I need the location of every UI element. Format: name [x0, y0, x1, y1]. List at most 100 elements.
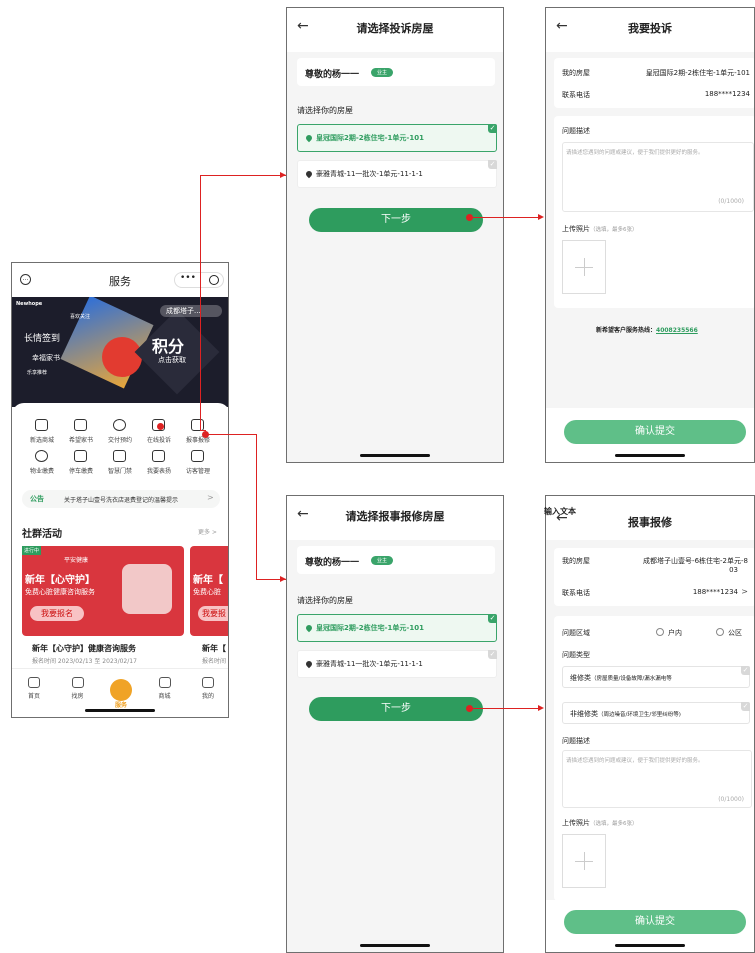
- brand-logo: Newhope: [16, 301, 43, 307]
- grid-item-label[interactable]: 物业缴费: [22, 466, 62, 475]
- add-photo-button[interactable]: [562, 240, 606, 294]
- more-dots-icon[interactable]: •••: [180, 273, 196, 283]
- home-indicator: [85, 709, 155, 712]
- flow-line-next-1: [473, 217, 539, 218]
- parking-icon[interactable]: [74, 450, 87, 462]
- banner-line3: 乐享推荐: [27, 370, 48, 376]
- tab-home[interactable]: 首页: [14, 691, 54, 700]
- next-button[interactable]: 下一步: [309, 697, 483, 721]
- page-title: 请选择报事报修房屋: [345, 510, 445, 523]
- phone-value[interactable]: 188****1234: [693, 588, 738, 596]
- select-complaint-house-screen: ← 请选择投诉房屋 尊敬的杨一一 业主 请选择你的房屋 ✓ 皇冠国际2期-2栋住…: [286, 7, 504, 463]
- hotline-label: 新希望客户服务热线：: [596, 327, 657, 334]
- notice-tag: 公告: [30, 495, 44, 503]
- clipboard-illustration: [122, 564, 172, 614]
- grid-item-label[interactable]: 新选商城: [22, 435, 62, 444]
- repair-form-screen: ← 报事报修 我的房屋 成都塔子山壹号-6栋住宅-2单元-8 03 联系电话 1…: [545, 495, 755, 953]
- info-card: [554, 58, 754, 108]
- location-text: 成都塔子...: [166, 307, 201, 315]
- tab-store[interactable]: 商城: [145, 691, 185, 700]
- radio-public-icon[interactable]: [716, 628, 724, 636]
- pay-icon[interactable]: [35, 450, 48, 462]
- section-more-link[interactable]: 更多 >: [198, 527, 217, 536]
- prompt-label: 请选择你的房屋: [297, 106, 353, 115]
- unchecked-icon: ✓: [741, 666, 750, 675]
- complaint-form-screen: ← 我要投诉 我的房屋 皇冠国际2期-2栋住宅-1单元-101 联系电话 188…: [545, 7, 755, 463]
- page-title: 我要投诉: [628, 22, 672, 35]
- grid-item-label[interactable]: 访客管理: [178, 466, 218, 475]
- home-indicator: [360, 454, 430, 457]
- partner-label: 平安健康: [64, 557, 89, 564]
- desc-placeholder: 请描述您遇到的问题或建议，便于我们提供更好的服务。: [566, 150, 704, 156]
- activity-big-title: 新年【心守护】: [25, 575, 95, 586]
- radio-indoor-icon[interactable]: [656, 628, 664, 636]
- flow-arrowhead-3: [538, 214, 544, 220]
- tab-service[interactable]: 服务: [101, 700, 141, 709]
- me-icon[interactable]: [202, 677, 214, 688]
- greeting-text: 尊敬的杨一一: [305, 558, 360, 568]
- flow-arrowhead-1: [280, 172, 286, 178]
- service-icon[interactable]: [110, 679, 132, 701]
- activity-time: 报名时间 2023/02/13 至 2023/02/17: [32, 658, 137, 665]
- page-title: 请选择投诉房屋: [356, 22, 434, 35]
- page-title: 报事报修: [628, 516, 672, 529]
- activity2-cta[interactable]: 我要报: [198, 606, 228, 621]
- prompt-label: 请选择你的房屋: [297, 596, 353, 605]
- photo-hint: （选填，最多6张）: [590, 821, 638, 827]
- banner-mascot: [102, 337, 142, 377]
- thumb-icon[interactable]: [152, 450, 165, 462]
- room-value: 成都塔子山壹号-6栋住宅-2单元-8: [643, 557, 748, 565]
- banner-line2: 幸福家书: [32, 354, 60, 362]
- radio-public-label[interactable]: 公区: [728, 628, 742, 638]
- flow-line-next-2: [473, 708, 539, 709]
- activity-title[interactable]: 新年【心守护】健康咨询服务: [32, 643, 136, 654]
- points-banner[interactable]: Newhope 喜欢关注 长情签到 幸福家书 乐享推荐 成都塔子... 积分 点…: [12, 297, 228, 407]
- location-pin-icon: [304, 623, 314, 633]
- phone-value: 188****1234: [704, 90, 750, 98]
- grid-item-label[interactable]: 智慧门禁: [100, 466, 140, 475]
- radio-indoor-label[interactable]: 户内: [668, 628, 682, 638]
- next-button[interactable]: 下一步: [309, 208, 483, 232]
- annotation-label: 输入文本: [544, 507, 576, 516]
- select-repair-house-screen: ← 请选择报事报修房屋 尊敬的杨一一 业主 请选择你的房屋 ✓ 皇冠国际2期-2…: [286, 495, 504, 953]
- hotline-text: 新希望客户服务热线：4008235566: [596, 325, 698, 334]
- mail-icon[interactable]: [74, 419, 87, 431]
- submit-button[interactable]: 确认提交: [564, 910, 746, 934]
- house-option-2-label: 豪雅青城-11一批次-1单元-11-1-1: [304, 659, 423, 669]
- hotline-link[interactable]: 4008235566: [656, 327, 698, 334]
- door-icon[interactable]: [113, 450, 126, 462]
- flow-line-repair-h1: [206, 434, 256, 435]
- submit-button[interactable]: 确认提交: [564, 420, 746, 444]
- notice-text: 关于塔子山壹号洗衣店退费登记的温馨提示: [64, 497, 179, 504]
- home-icon[interactable]: [28, 677, 40, 688]
- store-icon[interactable]: [158, 677, 171, 688]
- unchecked-icon: ✓: [488, 160, 497, 169]
- status-badge: 进行中: [22, 546, 42, 555]
- desc-counter: (0/1000): [718, 796, 744, 803]
- tab-me[interactable]: 我的: [188, 691, 228, 700]
- phone-label: 联系电话: [562, 589, 590, 597]
- phone-label: 联系电话: [562, 91, 590, 99]
- signup-button[interactable]: 我要报名: [30, 606, 84, 621]
- tab-house[interactable]: 找房: [58, 691, 98, 700]
- grid-item-label[interactable]: 在线投诉: [139, 435, 179, 444]
- grid-item-label[interactable]: 希望家书: [61, 435, 101, 444]
- grid-item-label[interactable]: 我要表扬: [139, 466, 179, 475]
- activity2-time: 报名时间: [202, 658, 227, 665]
- grid-item-label[interactable]: 停车缴费: [61, 466, 101, 475]
- house-icon[interactable]: [71, 677, 84, 688]
- grid-item-label[interactable]: 报事报修: [178, 435, 218, 444]
- activity2-title[interactable]: 新年【: [202, 643, 226, 654]
- room-label: 我的房屋: [562, 69, 590, 77]
- chevron-right-icon[interactable]: >: [741, 587, 748, 596]
- add-photo-button[interactable]: [562, 834, 606, 888]
- notice-chevron-icon[interactable]: >: [207, 493, 214, 502]
- clock-icon[interactable]: [113, 419, 126, 431]
- house-option-1-label: 皇冠国际2期-2栋住宅-1单元-101: [304, 623, 424, 633]
- shop-icon[interactable]: [35, 419, 48, 431]
- close-circle-icon[interactable]: [209, 275, 219, 285]
- type-label: 问题类型: [562, 651, 590, 659]
- grid-item-label[interactable]: 交付预约: [100, 435, 140, 444]
- desc-label: 问题描述: [562, 737, 590, 745]
- visitor-icon[interactable]: [191, 450, 204, 462]
